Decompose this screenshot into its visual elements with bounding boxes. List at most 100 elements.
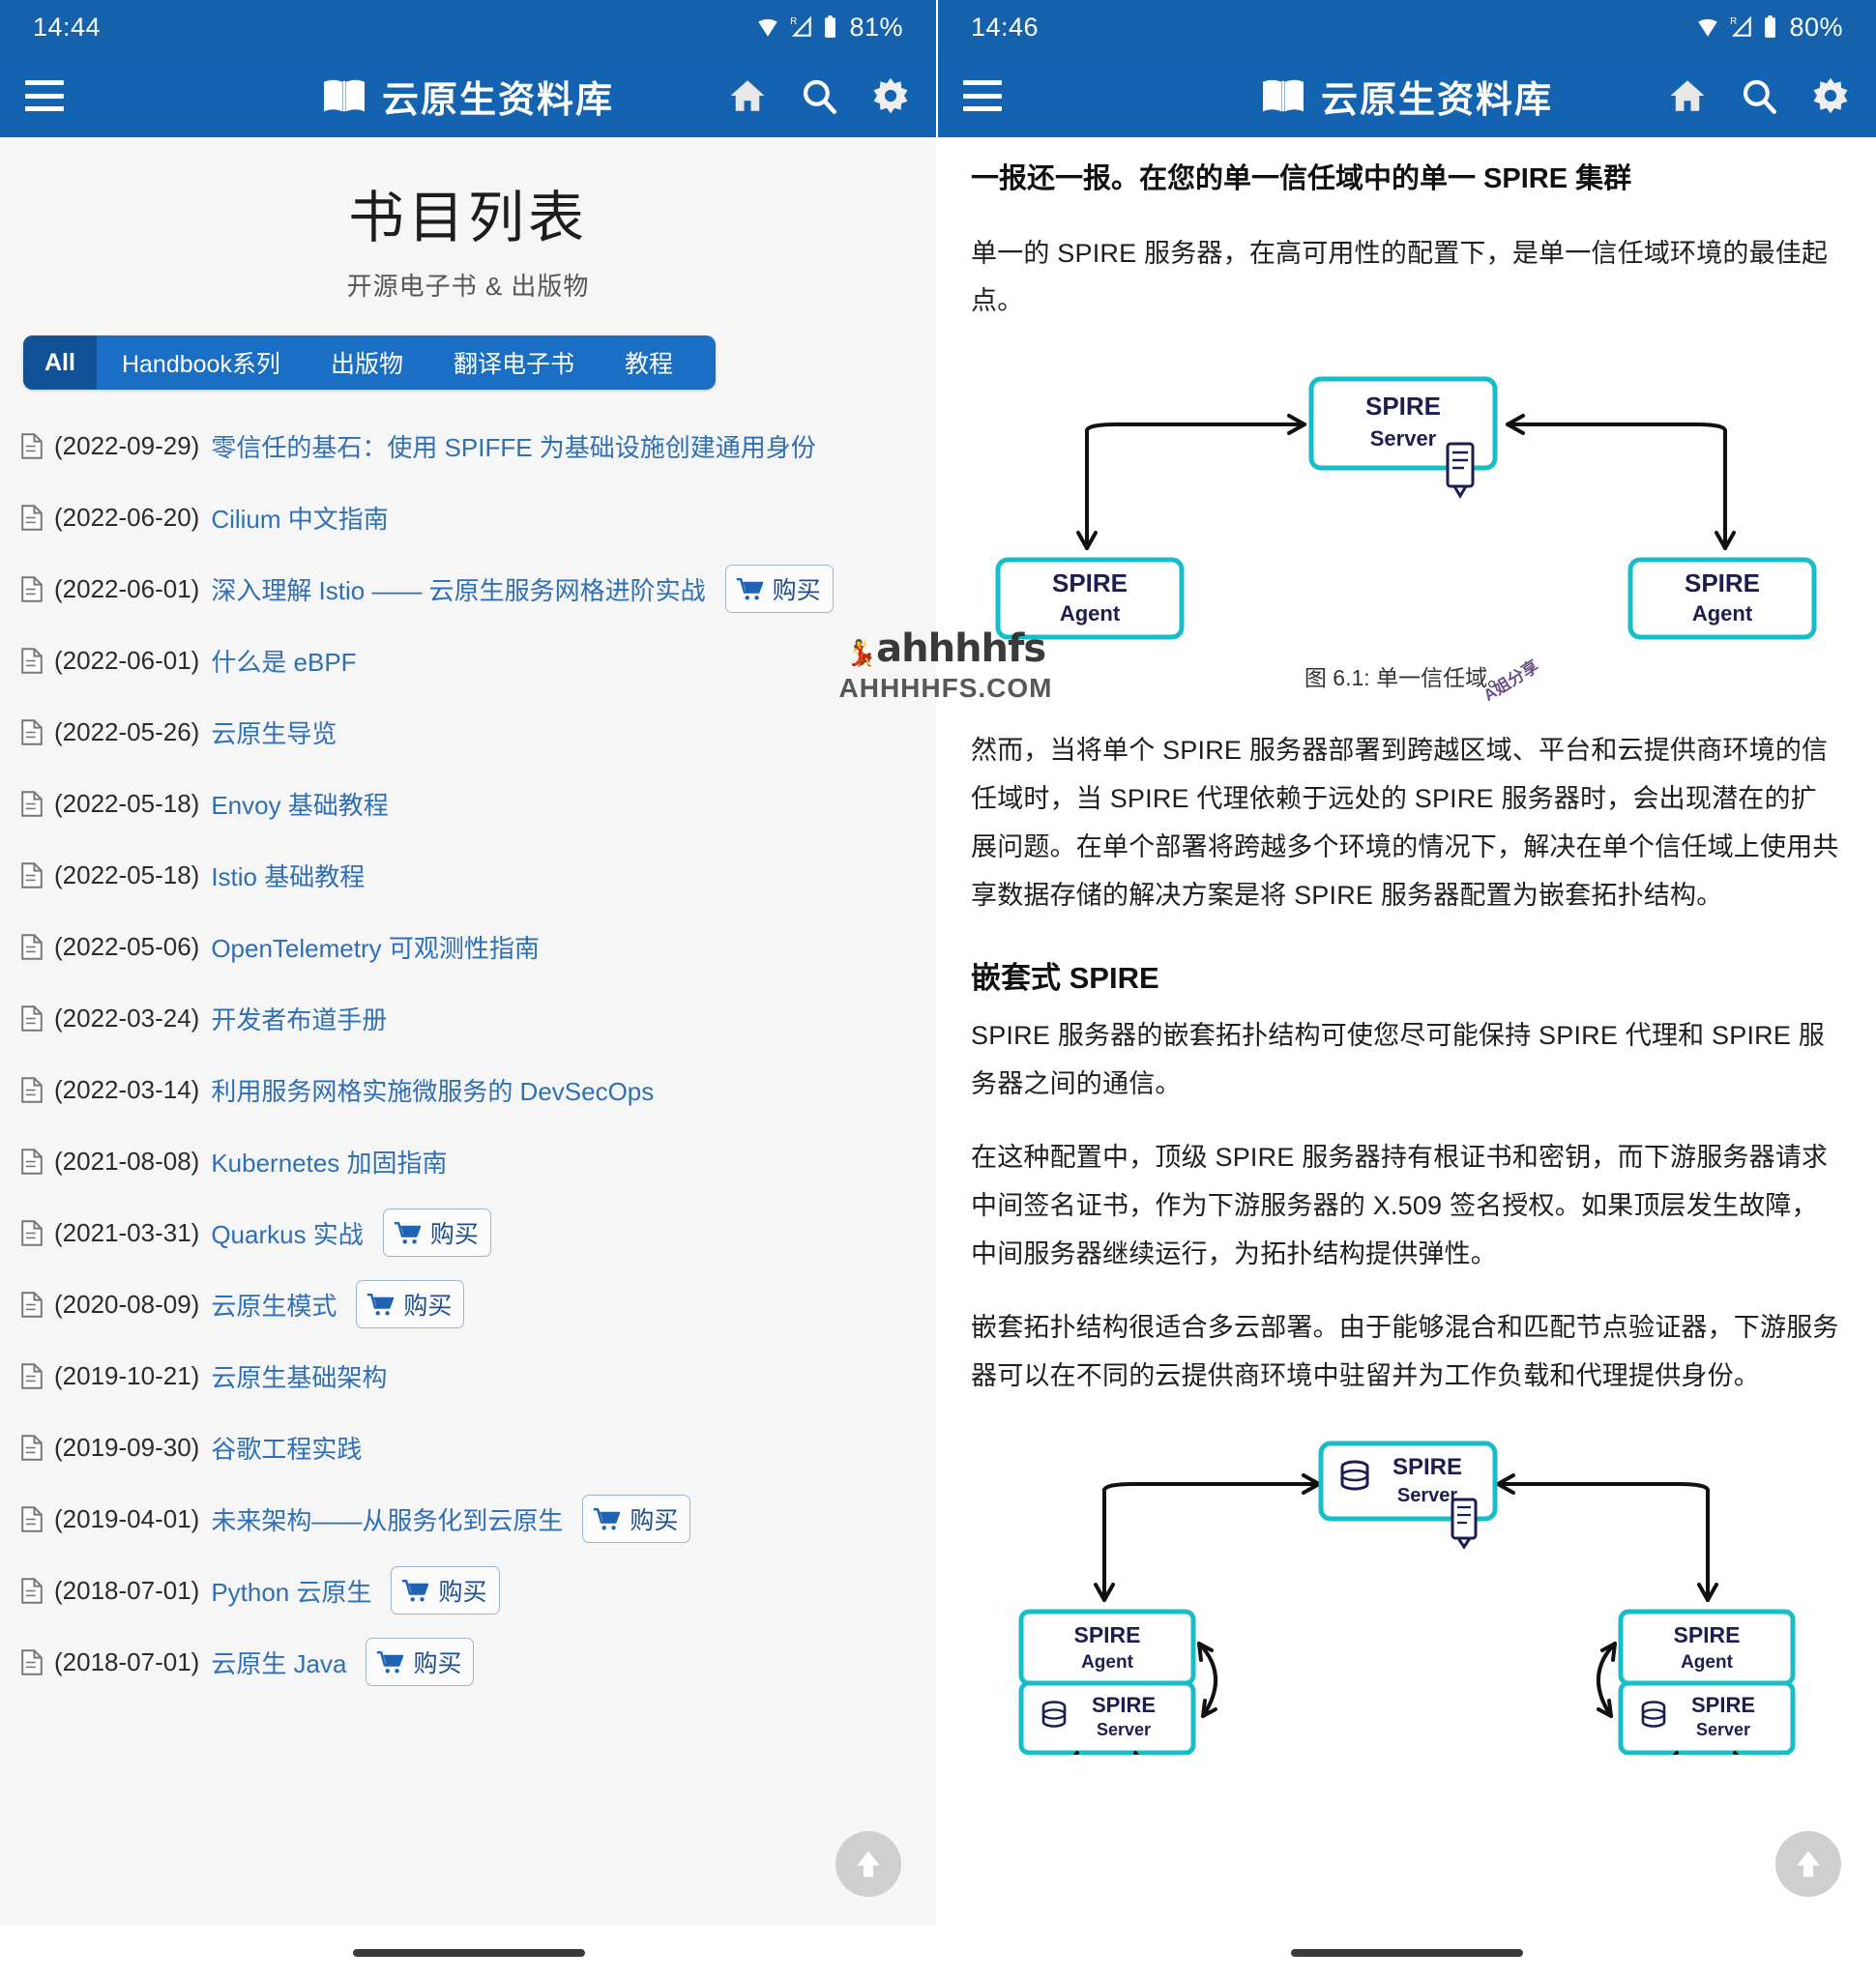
search-icon[interactable] [799,75,839,116]
gear-icon[interactable] [870,75,911,116]
book-list-item[interactable]: (2022-05-18) Envoy 基础教程 [21,776,919,830]
battery-percent: 80% [1789,12,1843,42]
book-list-item[interactable]: (2019-09-30) 谷歌工程实践 [21,1420,919,1474]
book-list-item[interactable]: (2018-07-01) 云原生 Java 购买 [21,1635,919,1689]
paragraph-2: 然而，当将单个 SPIRE 服务器部署到跨越区域、平台和云提供商环境的信任域时，… [971,736,1839,911]
figure-caption: 图 6.1: 单一信任域。 [1304,665,1510,691]
svg-text:Server: Server [1097,1720,1151,1739]
buy-button-label: 购买 [438,1579,487,1606]
svg-text:Server: Server [1397,1485,1457,1506]
buy-button[interactable]: 购买 [356,1280,465,1328]
scroll-to-top-button[interactable] [1775,1831,1841,1897]
book-title-link[interactable]: Quarkus 实战 [211,1215,364,1251]
book-date: (2019-09-30) [54,1432,200,1462]
buy-button[interactable]: 购买 [366,1638,475,1686]
shopping-cart-icon [377,1650,404,1674]
figure-nested-spire: SPIRE Server SPIRE Agent SPIRE Server SP… [971,1426,1843,1778]
book-list-item[interactable]: (2022-06-01) 什么是 eBPF [21,633,919,687]
book-title-link[interactable]: Cilium 中文指南 [211,500,388,536]
book-list-item[interactable]: (2022-09-29) 零信任的基石：使用 SPIFFE 为基础设施创建通用身份 [21,419,919,473]
book-list-item[interactable]: (2021-08-08) Kubernetes 加固指南 [21,1134,919,1188]
battery-percent: 81% [849,12,903,42]
dual-screenshot-container: 14:44 R 81% 云原生资料库 书目列表 开源电子书 & 出版物 All … [0,0,1876,1980]
home-icon[interactable] [727,75,768,116]
book-title-link[interactable]: Kubernetes 加固指南 [211,1144,447,1179]
database-icon [1041,1700,1067,1728]
document-icon [21,647,43,674]
book-list-item[interactable]: (2022-06-01) 深入理解 Istio —— 云原生服务网格进阶实战 购买 [21,562,919,616]
book-list-item[interactable]: (2022-05-18) Istio 基础教程 [21,848,919,902]
book-title-link[interactable]: 未来架构——从服务化到云原生 [211,1501,563,1537]
category-tab-1[interactable]: Handbook系列 [97,335,306,390]
bibliography-page: 书目列表 开源电子书 & 出版物 All Handbook系列 出版物 翻译电子书 教程… [0,137,936,1980]
buy-button-label: 购买 [413,1650,462,1677]
nav-gesture-pill[interactable] [353,1949,585,1957]
svg-text:R: R [791,16,799,27]
wifi-icon [1698,18,1718,37]
book-list-item[interactable]: (2022-03-24) 开发者布道手册 [21,991,919,1045]
book-list-item[interactable]: (2018-07-01) Python 云原生 购买 [21,1563,919,1617]
book-list-item[interactable]: (2022-03-14) 利用服务网格实施微服务的 DevSecOps [21,1063,919,1117]
book-title-link[interactable]: Envoy 基础教程 [211,786,389,822]
hamburger-menu-icon[interactable] [25,80,64,111]
book-title-link[interactable]: 什么是 eBPF [211,643,356,679]
document-icon [21,1148,43,1175]
category-tab-2[interactable]: 出版物 [306,335,428,390]
wifi-icon [758,18,778,37]
book-title-link[interactable]: Istio 基础教程 [211,858,365,893]
book-title-link[interactable]: 开发者布道手册 [211,1001,387,1036]
app-bar-actions-left [727,75,911,116]
book-title-link[interactable]: Python 云原生 [211,1573,371,1609]
book-date: (2021-08-08) [54,1146,200,1176]
book-title-link[interactable]: 零信任的基石：使用 SPIFFE 为基础设施创建通用身份 [211,428,815,464]
certificate-icon [1446,442,1475,500]
diagram-nested-spire: SPIRE Server SPIRE Agent SPIRE Server SP… [1018,1441,1796,1778]
book-list-item[interactable]: (2019-10-21) 云原生基础架构 [21,1349,919,1403]
book-list-item[interactable]: (2020-08-09) 云原生模式 购买 [21,1277,919,1331]
nav-gesture-pill[interactable] [1291,1949,1523,1957]
book-list-item[interactable]: (2022-05-06) OpenTelemetry 可观测性指南 [21,919,919,974]
scroll-to-top-button[interactable] [835,1831,901,1897]
book-list-item[interactable]: (2022-06-20) Cilium 中文指南 [21,490,919,544]
status-indicators: R 81% [755,13,903,43]
book-reader-content: 一报还一报。在您的单一信任域中的单一 SPIRE 集群 单一的 SPIRE 服务… [938,137,1876,1980]
svg-text:SPIRE: SPIRE [1691,1693,1755,1717]
book-date: (2022-06-20) [54,502,200,532]
document-icon [21,1434,43,1461]
paragraph-4: 在这种配置中，顶级 SPIRE 服务器持有根证书和密钥，而下游服务器请求中间签名… [971,1143,1829,1268]
buy-button[interactable]: 购买 [382,1208,491,1257]
category-tab-3[interactable]: 翻译电子书 [428,335,600,390]
book-date: (2022-05-26) [54,716,200,746]
svg-text:Agent: Agent [1060,601,1121,626]
book-list-item[interactable]: (2022-05-26) 云原生导览 [21,705,919,759]
book-title-link[interactable]: 云原生模式 [211,1287,337,1323]
home-icon[interactable] [1667,75,1708,116]
svg-text:Agent: Agent [1681,1652,1734,1673]
gear-icon[interactable] [1810,75,1851,116]
category-tab-0[interactable]: All [23,335,97,390]
document-icon [21,575,43,602]
category-tab-4[interactable]: 教程 [600,335,698,390]
book-title-link[interactable]: 云原生导览 [211,714,337,750]
page-subtitle: 开源电子书 & 出版物 [346,272,590,301]
book-title-link[interactable]: OpenTelemetry 可观测性指南 [211,929,540,965]
book-list-item[interactable]: (2019-04-01) 未来架构——从服务化到云原生 购买 [21,1492,919,1546]
book-title-link[interactable]: 利用服务网格实施微服务的 DevSecOps [211,1072,654,1108]
book-date: (2022-03-24) [54,1003,200,1033]
book-title-link[interactable]: 云原生基础架构 [211,1358,387,1394]
buy-button[interactable]: 购买 [582,1495,691,1543]
book-date: (2022-03-14) [54,1074,200,1104]
book-title-link[interactable]: 云原生 Java [211,1645,346,1680]
buy-button[interactable]: 购买 [724,565,834,613]
section-heading: 一报还一报。在您的单一信任域中的单一 SPIRE 集群 [971,163,1632,194]
system-nav-bar-right [938,1926,1876,1980]
hamburger-menu-icon[interactable] [963,80,1002,111]
book-title-link[interactable]: 深入理解 Istio —— 云原生服务网格进阶实战 [211,571,705,607]
category-tabs: All Handbook系列 出版物 翻译电子书 教程 [23,335,716,390]
document-icon [21,1505,43,1532]
book-list-item[interactable]: (2021-03-31) Quarkus 实战 购买 [21,1206,919,1260]
search-icon[interactable] [1739,75,1779,116]
buy-button[interactable]: 购买 [391,1566,500,1615]
paragraph-5: 嵌套拓扑结构很适合多云部署。由于能够混合和匹配节点验证器，下游服务器可以在不同的… [971,1312,1839,1390]
book-title-link[interactable]: 谷歌工程实践 [211,1430,362,1466]
